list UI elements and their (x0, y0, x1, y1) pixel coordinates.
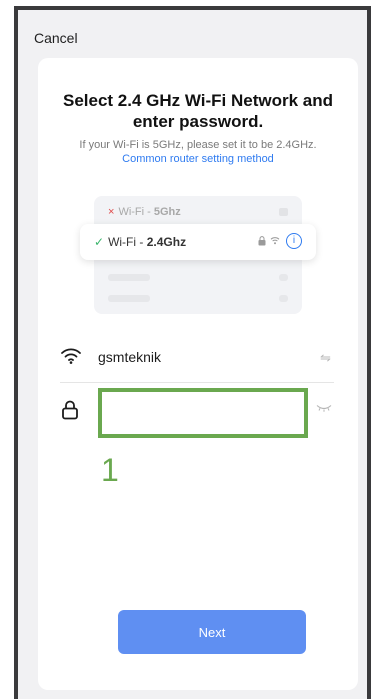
annotation-number: 1 (101, 452, 119, 488)
placeholder-bar (108, 274, 150, 281)
phone-frame: Cancel Select 2.4 GHz Wi-Fi Network and … (14, 6, 371, 699)
lock-placeholder-icon (279, 208, 288, 216)
option-prefix: Wi-Fi - (108, 235, 147, 249)
wifi-setup-card: Select 2.4 GHz Wi-Fi Network and enter p… (38, 58, 358, 690)
cancel-button[interactable]: Cancel (34, 30, 78, 46)
small-wifi-icon (270, 237, 280, 245)
band-hint-text: If your Wi-Fi is 5GHz, please set it to … (79, 139, 317, 151)
info-icon: i (286, 233, 302, 249)
lock-icon (62, 400, 78, 420)
swap-arrows-icon[interactable]: ⇋ (320, 350, 331, 366)
illustration-24ghz-option: ✓ Wi-Fi - 2.4Ghz i (80, 224, 316, 260)
option-band: 5Ghz (153, 206, 181, 218)
next-button[interactable]: Next (118, 610, 306, 654)
router-setting-link[interactable]: Common router setting method (58, 152, 338, 166)
option-band: 2.4Ghz (146, 235, 187, 249)
placeholder-bar (108, 295, 150, 302)
placeholder-bar (279, 295, 288, 302)
illustration-5ghz-option: × Wi-Fi - 5Ghz (108, 206, 181, 218)
placeholder-bar (279, 274, 288, 281)
page-title: Select 2.4 GHz Wi-Fi Network and enter p… (62, 91, 334, 131)
divider (60, 382, 334, 383)
eye-closed-icon[interactable] (316, 404, 332, 412)
password-input[interactable] (98, 388, 308, 438)
option-prefix: Wi-Fi - (118, 206, 154, 218)
wifi-icon (61, 348, 81, 364)
check-icon: ✓ (94, 235, 105, 249)
cross-icon: × (108, 206, 115, 218)
small-lock-icon (258, 236, 266, 246)
network-name: gsmteknik (98, 349, 162, 365)
